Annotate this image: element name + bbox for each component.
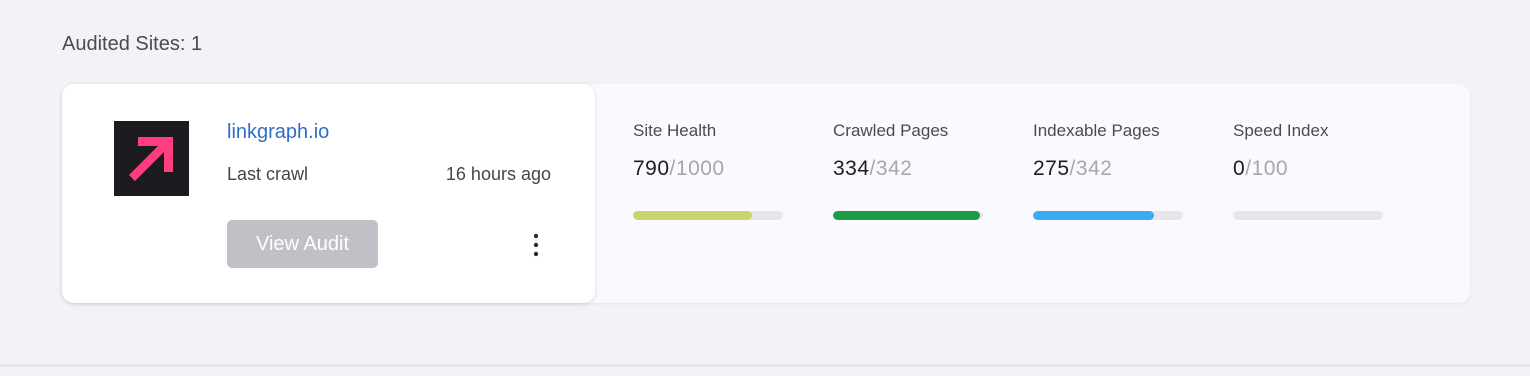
metric-current-value: 334 <box>833 157 870 180</box>
vertical-ellipsis-icon <box>533 233 539 257</box>
metric-progress-fill <box>633 211 752 220</box>
metric-total-value: 1000 <box>675 157 725 180</box>
last-crawl-label: Last crawl <box>227 164 309 184</box>
metric-crawled-pages: Crawled Pages 334/342 <box>833 121 983 220</box>
view-audit-button[interactable]: View Audit <box>227 220 378 268</box>
audited-sites-page: Audited Sites: 1 linkgraph.io Last crawl… <box>0 0 1530 376</box>
metric-progress-bar <box>1233 211 1383 220</box>
metric-progress-fill <box>833 211 980 220</box>
metric-label: Site Health <box>633 121 717 140</box>
metric-current-value: 790 <box>633 157 670 180</box>
metric-current-value: 0 <box>1233 157 1246 180</box>
site-domain-link[interactable]: linkgraph.io <box>227 121 329 144</box>
metric-speed-index: Speed Index 0/100 <box>1233 121 1383 220</box>
metric-progress-bar <box>633 211 783 220</box>
site-info-panel: linkgraph.io Last crawl 16 hours ago Vie… <box>62 84 595 303</box>
metric-progress-bar <box>833 211 983 220</box>
metric-value: 0/100 <box>1233 157 1383 181</box>
audited-sites-count: Audited Sites: 1 <box>62 33 203 55</box>
metric-total-value: 342 <box>875 157 913 180</box>
metric-label: Indexable Pages <box>1033 121 1160 140</box>
metric-label: Crawled Pages <box>833 121 949 140</box>
metric-label: Speed Index <box>1233 121 1329 140</box>
metric-progress-bar <box>1033 211 1183 220</box>
metric-value: 790/1000 <box>633 157 783 181</box>
metric-current-value: 275 <box>1033 157 1070 180</box>
metric-site-health: Site Health 790/1000 <box>633 121 783 220</box>
metric-indexable-pages: Indexable Pages 275/342 <box>1033 121 1183 220</box>
metric-value: 334/342 <box>833 157 983 181</box>
metric-total-value: 100 <box>1251 157 1289 180</box>
arrow-up-right-icon <box>129 137 173 181</box>
site-audit-card: linkgraph.io Last crawl 16 hours ago Vie… <box>62 84 1470 303</box>
more-options-menu[interactable] <box>526 232 546 260</box>
site-logo <box>114 121 189 196</box>
section-divider <box>0 364 1530 367</box>
metric-progress-fill <box>1033 211 1154 220</box>
metric-value: 275/342 <box>1033 157 1183 181</box>
metric-total-value: 342 <box>1075 157 1113 180</box>
last-crawl-time: 16 hours ago <box>445 164 551 184</box>
